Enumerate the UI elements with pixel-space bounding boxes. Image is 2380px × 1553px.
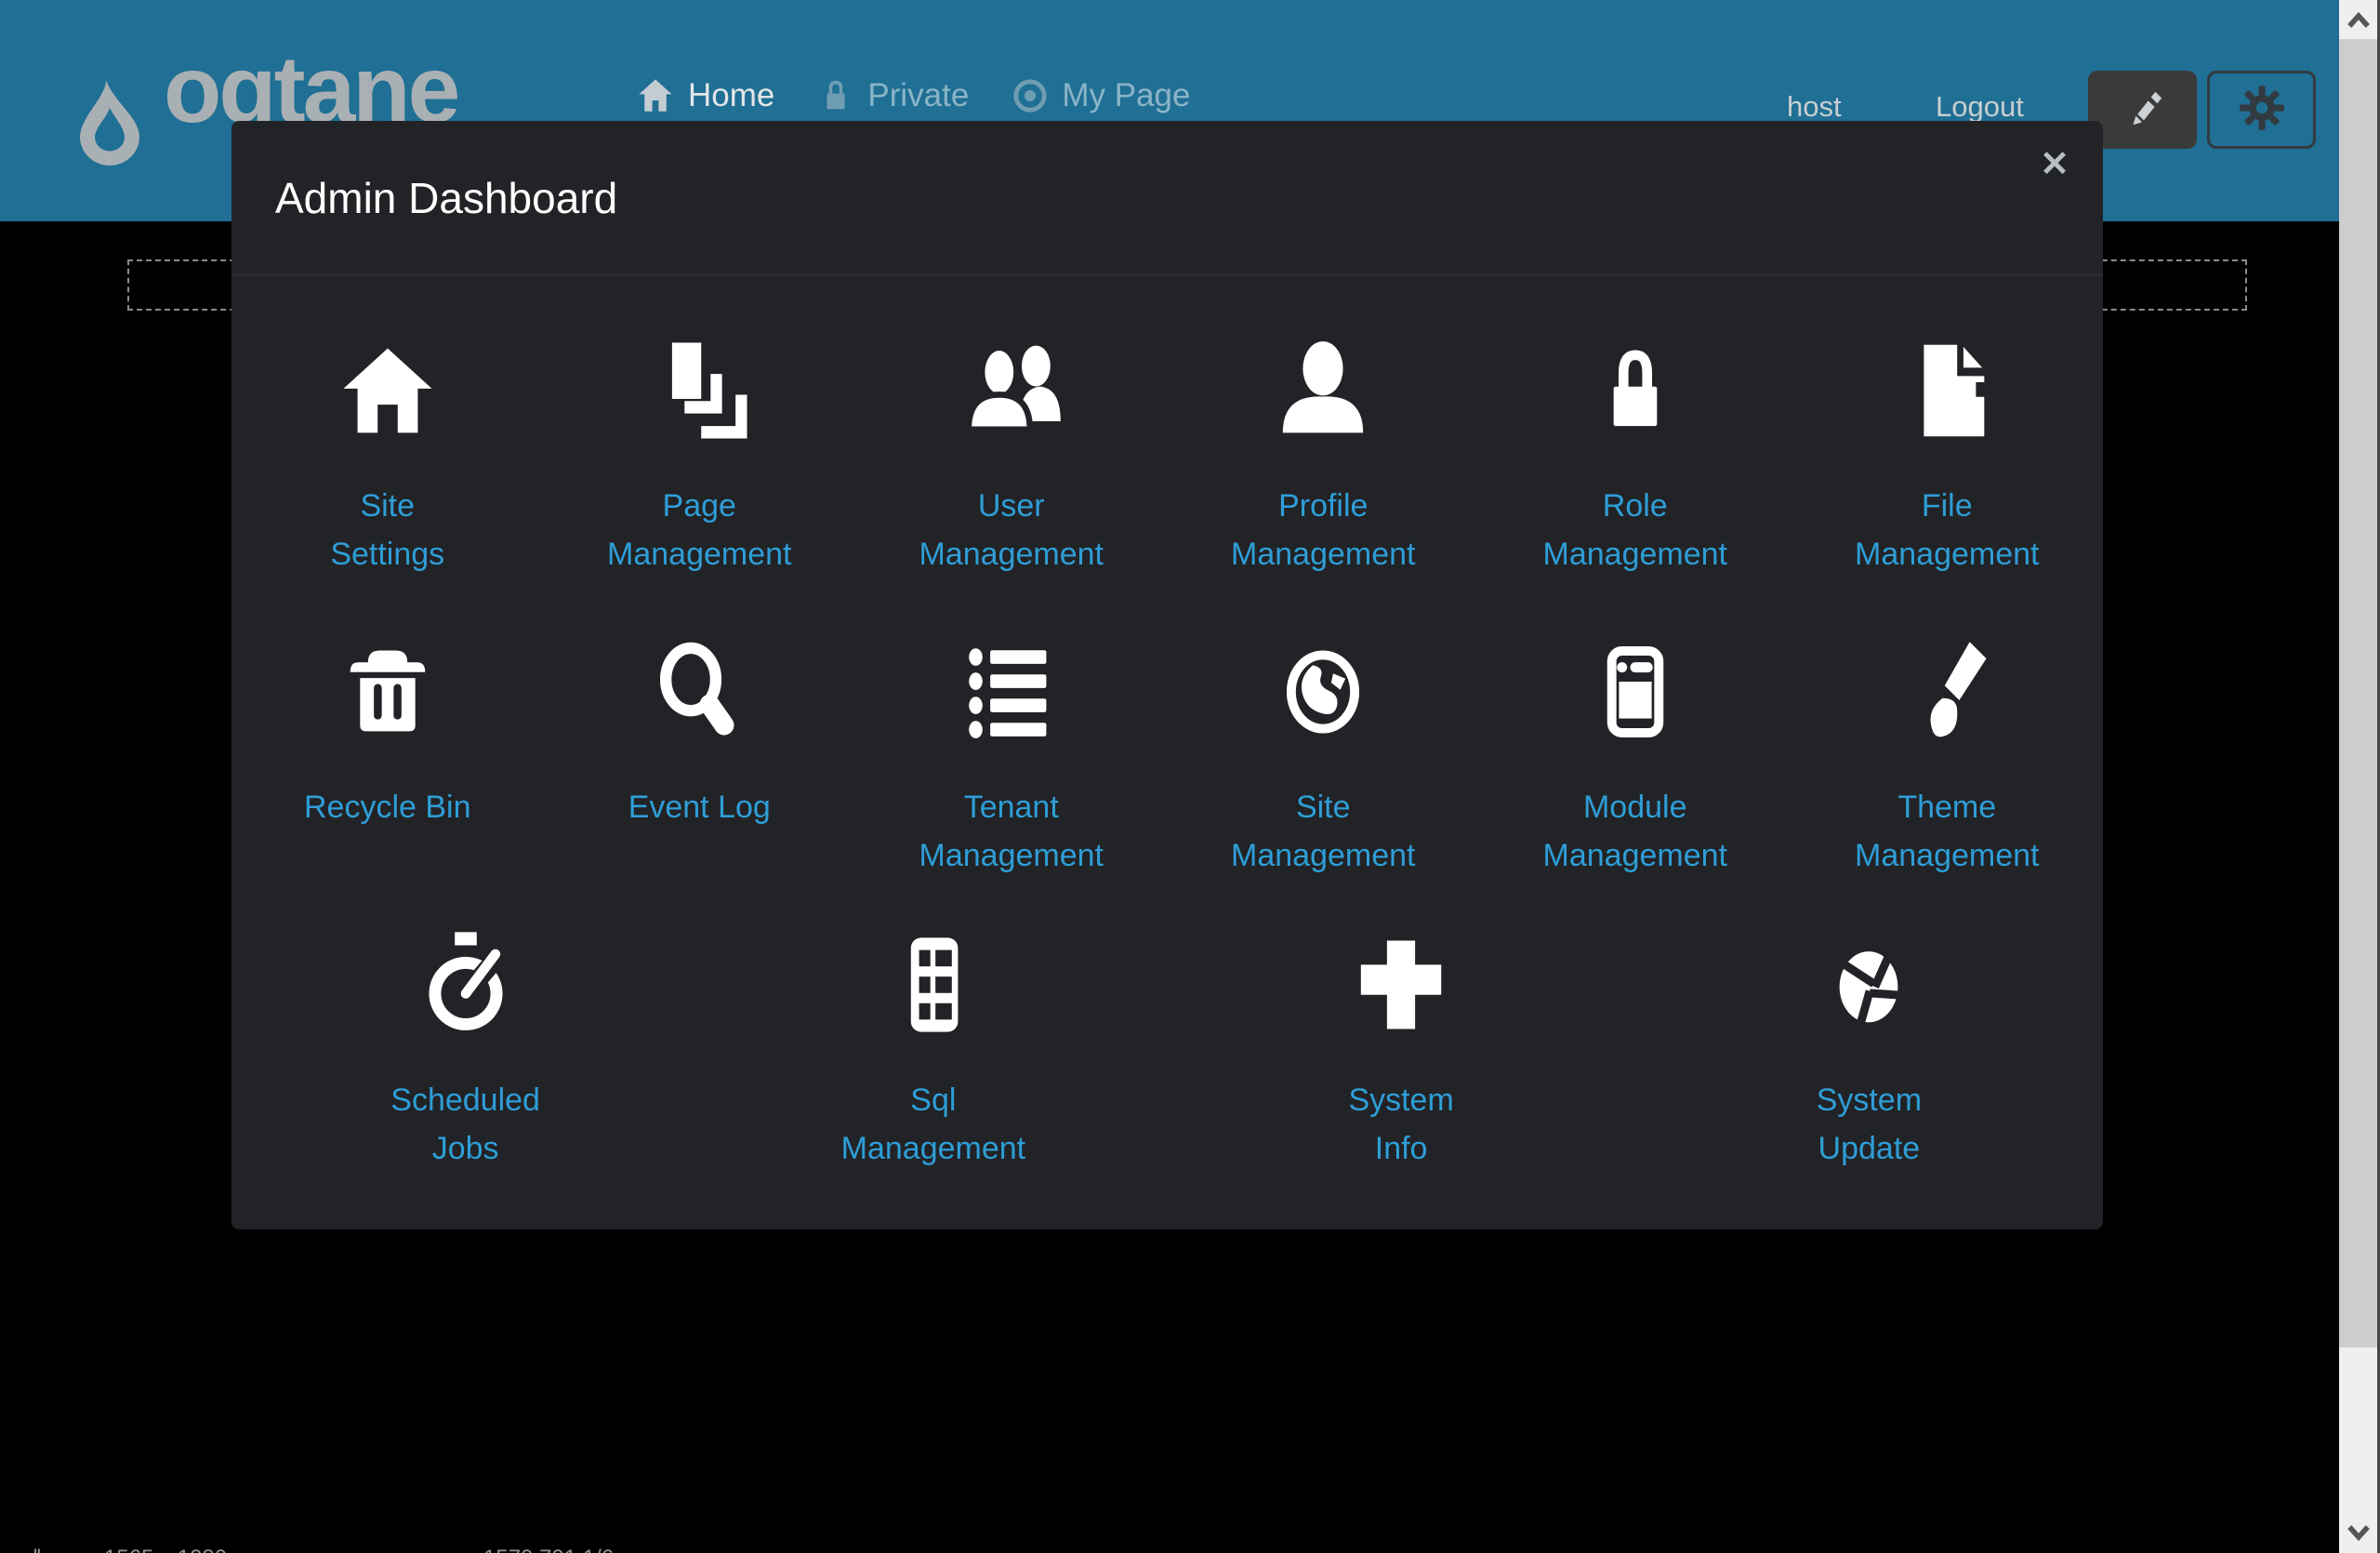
- pages-icon: [647, 335, 751, 446]
- nav-label: My Page: [1062, 77, 1190, 114]
- tile-site-management[interactable]: SiteManagement: [1168, 636, 1480, 880]
- tile-label: Recycle Bin: [304, 783, 471, 831]
- scrollbar-thumb[interactable]: [2339, 39, 2377, 1347]
- bottom-clipped-strip: ‖ 1565 x 1080px 1570 701 1/6: [0, 1546, 2380, 1553]
- tile-label: PageManagement: [607, 482, 791, 578]
- tile-label: RoleManagement: [1543, 482, 1727, 578]
- tile-label: ModuleManagement: [1543, 783, 1727, 880]
- vertical-scrollbar[interactable]: [2339, 0, 2380, 1553]
- admin-dashboard-modal: Admin Dashboard ✕ SiteSettings: [231, 121, 2103, 1229]
- modal-title: Admin Dashboard: [275, 173, 617, 223]
- clipped-text-fragment: 1565 x 1080px: [104, 1546, 250, 1553]
- trash-icon: [338, 636, 437, 748]
- tile-profile-management[interactable]: ProfileManagement: [1168, 335, 1480, 578]
- modal-header: Admin Dashboard ✕: [231, 121, 2103, 275]
- tile-label: SqlManagement: [841, 1076, 1025, 1173]
- tile-label: ThemeManagement: [1855, 783, 2039, 880]
- list-icon: [963, 636, 1060, 748]
- spreadsheet-icon: [882, 929, 985, 1041]
- scroll-down-icon[interactable]: [2339, 1514, 2377, 1553]
- person-icon: [1273, 335, 1373, 446]
- clipped-text-fragment: 1570 701 1/6: [483, 1546, 614, 1553]
- tile-row-2: Recycle Bin Event Log: [231, 636, 2103, 880]
- nav-item-my-page[interactable]: My Page: [1012, 77, 1190, 114]
- clipped-text-fragment: ‖: [33, 1546, 47, 1553]
- main-nav: Home Private My Page: [636, 76, 1190, 115]
- control-panel-button[interactable]: [2207, 71, 2316, 149]
- browser-icon: [1584, 636, 1686, 748]
- tile-label: TenantManagement: [919, 783, 1104, 880]
- tile-file-management[interactable]: FileManagement: [1792, 335, 2104, 578]
- nav-item-home[interactable]: Home: [636, 76, 774, 115]
- globe-icon: [1272, 636, 1374, 748]
- lock-icon: [817, 77, 854, 114]
- droplet-logo-icon: [63, 56, 156, 186]
- tile-row-3: ScheduledJobs SqlManagement: [231, 929, 2103, 1173]
- tile-label: FileManagement: [1855, 482, 2039, 578]
- tile-label: SystemUpdate: [1817, 1076, 1922, 1173]
- edit-mode-button[interactable]: [2088, 71, 2197, 149]
- tile-row-1: SiteSettings PageManagement: [231, 335, 2103, 578]
- tile-theme-management[interactable]: ThemeManagement: [1792, 636, 2104, 880]
- file-icon: [1895, 335, 1999, 446]
- tile-system-info[interactable]: SystemInfo: [1168, 929, 1635, 1173]
- scroll-up-icon[interactable]: [2339, 0, 2377, 39]
- tile-tenant-management[interactable]: TenantManagement: [855, 636, 1168, 880]
- house-icon: [636, 76, 675, 115]
- username-link[interactable]: host: [1787, 90, 1842, 124]
- lock-icon: [1586, 335, 1685, 446]
- home-icon: [337, 335, 438, 446]
- tile-sql-management[interactable]: SqlManagement: [699, 929, 1167, 1173]
- nav-label: Home: [688, 77, 774, 114]
- logout-link[interactable]: Logout: [1936, 90, 2024, 124]
- target-icon: [1012, 77, 1049, 114]
- timer-icon: [411, 929, 521, 1041]
- site-logo[interactable]: oqtane: [63, 56, 156, 186]
- tile-scheduled-jobs[interactable]: ScheduledJobs: [231, 929, 699, 1173]
- tile-recycle-bin[interactable]: Recycle Bin: [231, 636, 544, 880]
- aperture-icon: [1817, 929, 1921, 1041]
- tile-label: ScheduledJobs: [390, 1076, 540, 1173]
- tile-label: SystemInfo: [1348, 1076, 1453, 1173]
- medical-cross-icon: [1351, 929, 1451, 1041]
- tile-system-update[interactable]: SystemUpdate: [1635, 929, 2103, 1173]
- tile-event-log[interactable]: Event Log: [544, 636, 856, 880]
- nav-item-private[interactable]: Private: [817, 77, 969, 114]
- gear-icon: [2238, 84, 2286, 137]
- magnifier-icon: [647, 636, 751, 748]
- close-icon[interactable]: ✕: [2040, 147, 2069, 182]
- pencil-icon: [2121, 86, 2165, 135]
- tile-label: Event Log: [628, 783, 771, 831]
- tile-role-management[interactable]: RoleManagement: [1479, 335, 1792, 578]
- tile-label: ProfileManagement: [1231, 482, 1415, 578]
- tile-label: UserManagement: [919, 482, 1104, 578]
- nav-label: Private: [867, 77, 969, 114]
- tile-site-settings[interactable]: SiteSettings: [231, 335, 544, 578]
- tile-module-management[interactable]: ModuleManagement: [1479, 636, 1792, 880]
- tile-label: SiteManagement: [1231, 783, 1415, 880]
- tile-user-management[interactable]: UserManagement: [855, 335, 1168, 578]
- people-icon: [959, 335, 1064, 446]
- brush-icon: [1895, 636, 1999, 748]
- tile-page-management[interactable]: PageManagement: [544, 335, 856, 578]
- tile-label: SiteSettings: [330, 482, 444, 578]
